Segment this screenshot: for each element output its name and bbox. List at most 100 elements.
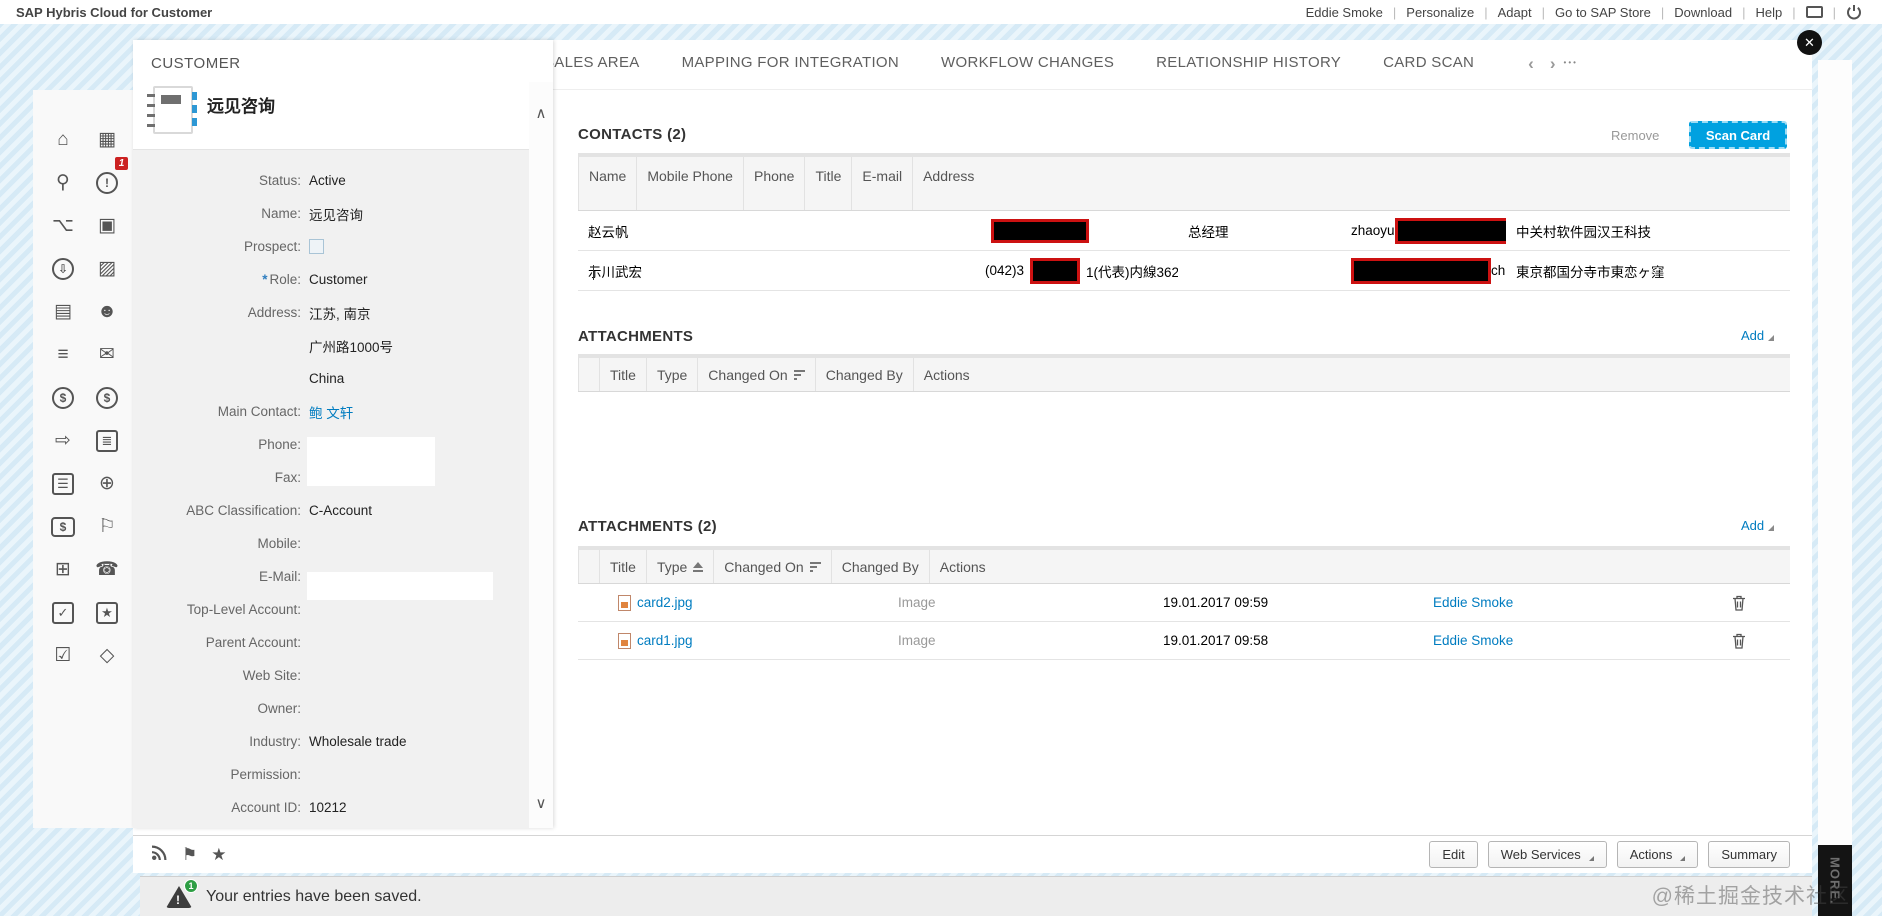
column-header[interactable]: Changed By [830, 550, 929, 583]
column-header[interactable]: Title [599, 550, 646, 583]
attachments-add-button[interactable]: Add [1741, 328, 1775, 343]
nav-icon-cell[interactable]: ⊞ [41, 548, 85, 591]
top-menu-item[interactable]: Go to SAP Store [1545, 5, 1661, 20]
nav-icon-cell[interactable]: ⚐ [85, 505, 129, 548]
prospect-checkbox[interactable] [309, 239, 324, 254]
redaction-box [991, 218, 1089, 243]
detail-field: *Name: 远见咨询 [133, 197, 553, 230]
nav-icon-cell[interactable]: ≣ [85, 419, 129, 462]
column-header[interactable]: Type [645, 550, 713, 583]
column-header[interactable]: Title [804, 157, 851, 210]
sort-ascending-icon[interactable] [693, 561, 704, 572]
nav-icon-cell[interactable]: ⚲ [41, 161, 85, 204]
nav-icon-cell[interactable]: ▦ [85, 118, 129, 161]
tabs-overflow-icon[interactable]: ••• [1564, 58, 1578, 71]
column-header[interactable]: Name [578, 157, 636, 210]
nav-icon-cell[interactable]: ⌥ [41, 204, 85, 247]
remove-button[interactable]: Remove [1611, 128, 1659, 143]
nav-icon-cell[interactable]: ▣ [85, 204, 129, 247]
delete-trash-icon[interactable] [1732, 633, 1746, 649]
footer-button[interactable]: Web Services [1487, 841, 1607, 868]
favorite-star-icon[interactable]: ★ [211, 845, 226, 865]
delete-trash-icon[interactable] [1732, 595, 1746, 611]
attachment-row[interactable]: card1.jpg Image 19.01.2017 09:58 Eddie S… [578, 622, 1790, 660]
column-header[interactable]: Title [599, 358, 646, 391]
column-header[interactable]: Changed By [814, 358, 913, 391]
tab[interactable]: SALES AREA [542, 54, 642, 89]
contact-row[interactable]: 赵云帆 总经理 zhaoyu 中关村软件园汉王科技 [578, 211, 1790, 251]
nav-icon-cell[interactable]: ✉ [85, 333, 129, 376]
nav-icon-cell[interactable]: ⇨ [41, 419, 85, 462]
tab[interactable]: WORKFLOW CHANGES [939, 54, 1116, 89]
contact-row[interactable]: 示川武宏 (042)31(代表)内線3623 chi.co.jp 東京都国分寺市… [578, 251, 1790, 291]
calendar-icon: ▦ [98, 129, 116, 150]
nav-icon-cell[interactable]: $ [41, 376, 85, 419]
nav-icon-cell[interactable]: $ [41, 505, 85, 548]
attachments2-add-button[interactable]: Add [1741, 518, 1775, 533]
nav-icon-cell[interactable]: ☑ [41, 634, 85, 677]
nav-icon-cell[interactable]: ☻ [85, 290, 129, 333]
column-header[interactable]: Actions [928, 550, 996, 583]
detail-field: *Main Contact: 鲍 文轩 [133, 395, 553, 428]
attachment-row[interactable]: card2.jpg Image 19.01.2017 09:59 Eddie S… [578, 584, 1790, 622]
menu-corner-icon [1768, 525, 1775, 531]
column-header[interactable]: Changed On [697, 358, 814, 391]
filter-icon[interactable] [809, 561, 821, 572]
message-count-badge: 1 [184, 878, 198, 893]
close-icon[interactable]: ✕ [1797, 30, 1822, 55]
top-menu-item[interactable]: Personalize [1396, 5, 1484, 20]
filter-icon[interactable] [793, 369, 805, 380]
nav-icon-cell[interactable]: ! 1 [85, 157, 129, 204]
column-header[interactable]: E-mail [851, 157, 912, 210]
nav-icon-cell[interactable]: ☰ [41, 462, 85, 505]
top-menu-item[interactable]: Adapt [1488, 5, 1542, 20]
nav-icon-cell[interactable]: ⌂ [41, 118, 85, 161]
tab[interactable]: CARD SCAN [1381, 54, 1476, 89]
nav-icon-cell[interactable]: ⇩ [41, 247, 85, 290]
nav-icon-cell[interactable]: ☎ [85, 548, 129, 591]
tabs-prev-icon[interactable]: ‹ [1520, 54, 1542, 74]
nav-icon-cell[interactable]: ⊕ [85, 462, 129, 505]
tabs-next-icon[interactable]: › [1542, 54, 1564, 74]
top-menu-item[interactable]: Help [1745, 5, 1792, 20]
screen-icon[interactable] [1805, 6, 1823, 18]
nav-icon-cell[interactable]: ★ [85, 591, 129, 634]
nav-icon-cell[interactable]: $ [85, 376, 129, 419]
tab[interactable]: RELATIONSHIP HISTORY [1154, 54, 1343, 89]
scroll-up-icon[interactable]: ∧ [529, 100, 553, 126]
column-header[interactable]: Actions [912, 358, 980, 391]
column-header[interactable] [578, 550, 599, 583]
scroll-down-icon[interactable]: ∨ [529, 790, 553, 816]
column-header[interactable]: Type [645, 358, 697, 391]
feed-rss-icon[interactable] [151, 844, 168, 866]
column-header[interactable]: Address [912, 157, 984, 210]
redaction-box [1030, 257, 1081, 284]
flag-icon[interactable]: ⚑ [182, 845, 197, 865]
column-header[interactable]: Phone [742, 157, 804, 210]
right-tool-rail [1818, 60, 1852, 916]
footer-button[interactable]: Edit [1429, 841, 1478, 868]
detail-field: *Phone: [133, 428, 553, 486]
top-menu-item[interactable]: Download [1664, 5, 1742, 20]
column-header[interactable]: Mobile Phone [636, 157, 743, 210]
power-icon[interactable] [1846, 4, 1862, 20]
changed-by-link[interactable]: Eddie Smoke [1433, 633, 1513, 648]
attachment-link[interactable]: card2.jpg [637, 595, 693, 610]
panel-scrollbar[interactable]: ∧ ∨ [529, 82, 553, 828]
nav-icon-cell[interactable]: ▤ [41, 290, 85, 333]
top-menu-item[interactable]: Eddie Smoke [1296, 5, 1393, 20]
nav-icon-cell[interactable]: ✓ [41, 591, 85, 634]
attachment-link[interactable]: card1.jpg [637, 633, 693, 648]
people-list-icon: ≡ [57, 344, 69, 365]
nav-icon-cell[interactable]: ≡ [41, 333, 85, 376]
scan-card-button[interactable]: Scan Card [1689, 121, 1787, 149]
nav-icon-cell[interactable]: ▨ [85, 247, 129, 290]
footer-button[interactable]: Actions [1616, 841, 1699, 868]
changed-by-link[interactable]: Eddie Smoke [1433, 595, 1513, 610]
column-header[interactable] [578, 358, 599, 391]
column-header[interactable]: Changed On [713, 550, 830, 583]
nav-icon-cell[interactable]: ◇ [85, 634, 129, 677]
footer-button[interactable]: Summary [1708, 841, 1790, 868]
tab[interactable]: MAPPING FOR INTEGRATION [680, 54, 901, 89]
warning-icon[interactable]: ! 1 [166, 878, 198, 908]
